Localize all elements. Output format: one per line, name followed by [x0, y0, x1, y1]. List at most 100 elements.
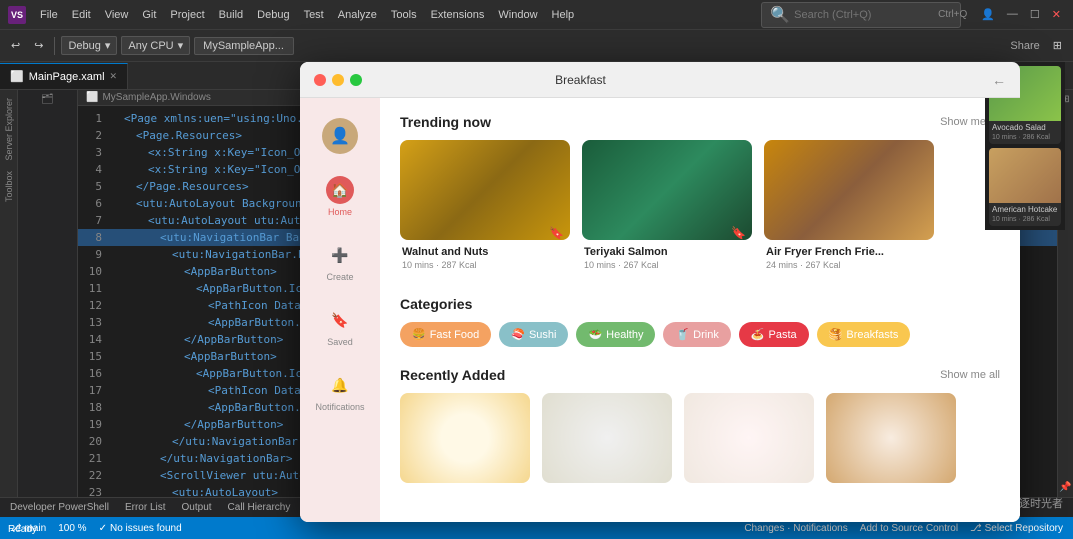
- line-number-15: 15: [78, 348, 110, 365]
- category-sushi[interactable]: 🍣 Sushi: [499, 322, 568, 347]
- menu-project[interactable]: Project: [164, 7, 210, 23]
- tab-icon: ⬜: [10, 70, 24, 83]
- category-fast-food[interactable]: 🍔 Fast Food: [400, 322, 491, 347]
- collapse-panel-button[interactable]: ⊞: [1048, 37, 1067, 54]
- card-title-2: Air Fryer French Frie...: [766, 246, 932, 258]
- bookmark-icon-1[interactable]: 🔖: [731, 226, 746, 240]
- menu-edit[interactable]: Edit: [66, 7, 97, 23]
- app-name-label: MySampleApp...: [194, 37, 294, 55]
- category-pasta[interactable]: 🍝 Pasta: [739, 322, 809, 347]
- trending-card-2[interactable]: Air Fryer French Frie... 24 mins · 267 K…: [764, 140, 934, 276]
- profile-icon[interactable]: 👤: [977, 8, 999, 21]
- zoom-indicator[interactable]: 100 %: [58, 523, 86, 534]
- code-text-2: <Page.Resources>: [136, 129, 242, 142]
- category-healthy[interactable]: 🥗 Healthy: [576, 322, 655, 347]
- tab-developer-powershell[interactable]: Developer PowerShell: [6, 500, 113, 515]
- card-info-2: Air Fryer French Frie... 24 mins · 267 K…: [764, 240, 934, 276]
- menu-git[interactable]: Git: [136, 7, 162, 23]
- line-number-13: 13: [78, 314, 110, 331]
- app-back-button[interactable]: ←: [992, 72, 1006, 88]
- nav-notifications-label: Notifications: [315, 402, 364, 412]
- line-number-8: 8: [78, 229, 110, 246]
- preview-meta-0: 10 mins · 286 Kcal: [989, 134, 1061, 144]
- maximize-button[interactable]: ☐: [1026, 8, 1044, 21]
- close-dot[interactable]: [314, 74, 326, 86]
- code-text-8: <utu:NavigationBar Backg: [160, 231, 319, 244]
- recent-card-3[interactable]: [826, 393, 956, 483]
- trending-card-0[interactable]: 🔖 Walnut and Nuts 10 mins · 287 Kcal: [400, 140, 570, 276]
- app-main-content[interactable]: 🔍 Trending now Show me all 🔖 Walnut and …: [380, 98, 1020, 522]
- preview-title-0: Avocado Salad: [989, 121, 1061, 134]
- line-number-6: 6: [78, 195, 110, 212]
- category-breakfasts[interactable]: 🥞 Breakfasts: [817, 322, 911, 347]
- line-number-7: 7: [78, 212, 110, 229]
- nav-home[interactable]: 🏠 Home: [300, 164, 380, 229]
- code-text-1: <Page xmlns:uen="using:Uno.Exte: [124, 112, 329, 125]
- minimize-dot[interactable]: [332, 74, 344, 86]
- recent-card-1[interactable]: [542, 393, 672, 483]
- nav-notifications[interactable]: 🔔 Notifications: [300, 359, 380, 424]
- menu-debug[interactable]: Debug: [251, 7, 295, 23]
- search-shortcut: Ctrl+Q: [938, 9, 967, 20]
- app-window-title: Breakfast: [555, 73, 606, 87]
- debug-dropdown[interactable]: Debug ▾: [61, 36, 117, 55]
- share-button[interactable]: Share: [1010, 40, 1039, 52]
- tab-error-list[interactable]: Error List: [121, 500, 170, 515]
- nav-create[interactable]: ➕ Create: [300, 229, 380, 294]
- line-number-11: 11: [78, 280, 110, 297]
- left-sidebar: Server Explorer Toolbox: [0, 90, 18, 497]
- recent-card-0[interactable]: [400, 393, 530, 483]
- cpu-dropdown[interactable]: Any CPU ▾: [121, 36, 190, 55]
- tab-close-button[interactable]: ✕: [110, 71, 118, 82]
- toolbox-button[interactable]: Toolbox: [3, 167, 15, 206]
- app-window: Breakfast ← 👤 🏠 Home ➕ Create 🔖 Saved 🔔 …: [300, 62, 1020, 522]
- tab-call-hierarchy[interactable]: Call Hierarchy: [224, 500, 295, 515]
- category-drink[interactable]: 🥤 Drink: [663, 322, 730, 347]
- drink-icon: 🥤: [675, 328, 689, 341]
- categories-section-header: Categories: [400, 296, 1000, 312]
- tab-mainpage-xaml[interactable]: ⬜ MainPage.xaml ✕: [0, 63, 128, 89]
- nav-saved[interactable]: 🔖 Saved: [300, 294, 380, 359]
- changes-notifications[interactable]: Changes · Notifications: [744, 523, 847, 534]
- menu-analyze[interactable]: Analyze: [332, 7, 383, 23]
- source-control-button[interactable]: Add to Source Control: [860, 523, 958, 534]
- search-input[interactable]: [794, 9, 934, 21]
- pasta-icon: 🍝: [751, 328, 765, 341]
- tab-output[interactable]: Output: [178, 500, 216, 515]
- preview-card-1[interactable]: American Hotcake 10 mins · 286 Kcal: [989, 148, 1061, 226]
- menu-help[interactable]: Help: [546, 7, 581, 23]
- vs-titlebar: VS File Edit View Git Project Build Debu…: [0, 0, 1073, 30]
- select-repository-button[interactable]: ⎇ Select Repository: [970, 523, 1063, 534]
- recently-section-header: Recently Added Show me all: [400, 367, 1000, 383]
- menu-view[interactable]: View: [99, 7, 135, 23]
- menu-test[interactable]: Test: [298, 7, 330, 23]
- watermark: 掘金技术社区 @ 追逐时光者: [925, 495, 1063, 511]
- menu-window[interactable]: Window: [492, 7, 543, 23]
- redo-button[interactable]: ↪: [29, 37, 48, 54]
- no-issues-indicator[interactable]: ✓ No issues found: [99, 523, 182, 534]
- minimize-button[interactable]: —: [1003, 8, 1022, 21]
- trending-section-header: Trending now Show me all: [400, 114, 1000, 130]
- recently-show-all-button[interactable]: Show me all: [940, 369, 1000, 381]
- code-text-21: </utu:NavigationBar>: [160, 452, 292, 465]
- traffic-lights: [314, 74, 362, 86]
- card-title-1: Teriyaki Salmon: [584, 246, 750, 258]
- right-pin-button[interactable]: 📌: [1059, 482, 1071, 493]
- maximize-dot[interactable]: [350, 74, 362, 86]
- undo-button[interactable]: ↩: [6, 37, 25, 54]
- recent-card-2[interactable]: [684, 393, 814, 483]
- search-box[interactable]: 🔍 Ctrl+Q: [761, 2, 961, 28]
- close-button[interactable]: ✕: [1048, 8, 1065, 21]
- card-info-0: 🔖 Walnut and Nuts 10 mins · 287 Kcal: [400, 240, 570, 276]
- menu-extensions[interactable]: Extensions: [425, 7, 491, 23]
- line-number-14: 14: [78, 331, 110, 348]
- ready-label: Ready: [0, 520, 45, 539]
- menu-tools[interactable]: Tools: [385, 7, 423, 23]
- trending-card-1[interactable]: 🔖 Teriyaki Salmon 10 mins · 267 Kcal: [582, 140, 752, 276]
- sushi-icon: 🍣: [511, 328, 525, 341]
- menu-build[interactable]: Build: [213, 7, 249, 23]
- menu-file[interactable]: File: [34, 7, 64, 23]
- server-explorer-button[interactable]: Server Explorer: [3, 94, 15, 165]
- bookmark-icon-0[interactable]: 🔖: [549, 226, 564, 240]
- breakfasts-icon: 🥞: [829, 328, 843, 341]
